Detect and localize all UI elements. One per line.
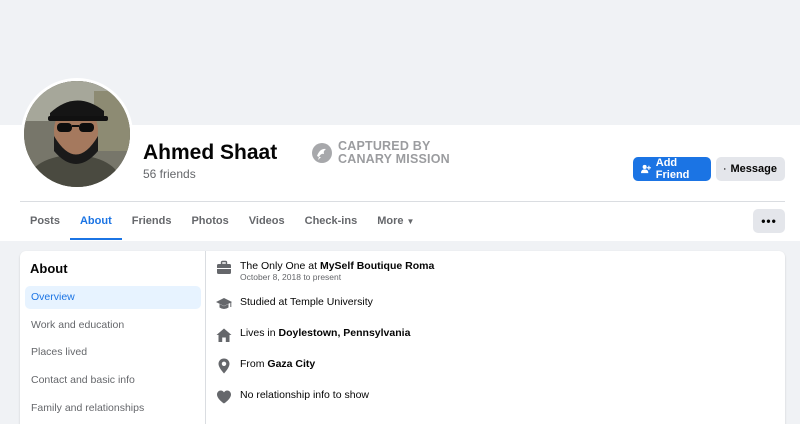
heart-icon: [217, 390, 231, 404]
tab-about[interactable]: About: [69, 202, 122, 240]
lives-text: Lives in Doylestown, Pennsylvania: [240, 327, 410, 339]
tab-videos[interactable]: Videos: [239, 202, 295, 240]
messenger-icon: [724, 168, 726, 170]
tab-friends[interactable]: Friends: [122, 202, 182, 240]
about-sidebar: About Overview Work and education Places…: [20, 251, 206, 424]
more-options-button[interactable]: •••: [753, 209, 785, 233]
location-pin-icon: [218, 358, 230, 374]
about-nav-places-lived[interactable]: Places lived: [25, 341, 201, 364]
avatar-photo: [24, 81, 130, 187]
about-nav-work-education[interactable]: Work and education: [25, 314, 201, 337]
message-button[interactable]: Message: [716, 157, 785, 181]
briefcase-icon: [217, 260, 231, 274]
canary-mission-watermark: CAPTURED BY CANARY MISSION: [311, 140, 450, 166]
overview-from-item: From Gaza City: [216, 358, 315, 374]
work-dates: October 8, 2018 to present: [240, 272, 342, 282]
add-friend-label: Add Friend: [655, 157, 690, 181]
education-text: Studied at Temple University: [240, 296, 373, 308]
add-friend-icon: [641, 164, 651, 174]
profile-tabs: Posts About Friends Photos Videos Check-…: [20, 202, 424, 240]
work-place-link[interactable]: MySelf Boutique Roma: [320, 260, 434, 272]
tab-posts[interactable]: Posts: [20, 202, 70, 240]
message-label: Message: [730, 163, 777, 175]
graduation-cap-icon: [216, 298, 232, 309]
caret-down-icon: ▼: [406, 217, 415, 226]
lives-place-link[interactable]: Doylestown, Pennsylvania: [279, 327, 411, 339]
home-icon: [216, 328, 232, 342]
from-text: From Gaza City: [240, 358, 315, 370]
lives-prefix: Lives in: [240, 327, 279, 339]
watermark-line-2: CANARY MISSION: [338, 152, 450, 166]
work-text: The Only One at MySelf Boutique Roma: [240, 260, 434, 272]
tab-more-label: More: [377, 215, 404, 227]
overview-work-item: The Only One at MySelf Boutique Roma Oct…: [216, 260, 434, 282]
overview-relationship-item: No relationship info to show: [216, 389, 369, 405]
about-nav-overview[interactable]: Overview: [25, 286, 201, 309]
work-prefix: The Only One at: [240, 260, 320, 272]
about-nav-contact-info[interactable]: Contact and basic info: [25, 369, 201, 392]
about-card: About Overview Work and education Places…: [20, 251, 785, 424]
profile-name: Ahmed Shaat: [143, 141, 278, 164]
tab-check-ins[interactable]: Check-ins: [295, 202, 368, 240]
relationship-text: No relationship info to show: [240, 389, 369, 401]
from-prefix: From: [240, 358, 268, 370]
friends-count[interactable]: 56 friends: [143, 167, 196, 181]
add-friend-button[interactable]: Add Friend: [633, 157, 711, 181]
about-nav-family-relationships[interactable]: Family and relationships: [25, 397, 201, 420]
tab-more[interactable]: More ▼: [367, 202, 424, 240]
from-place-link[interactable]: Gaza City: [267, 358, 315, 370]
tab-photos[interactable]: Photos: [181, 202, 238, 240]
canary-logo-icon: [312, 143, 332, 163]
about-title: About: [30, 261, 68, 276]
overview-lives-item: Lives in Doylestown, Pennsylvania: [216, 327, 410, 343]
overview-education-item: Studied at Temple University: [216, 296, 373, 312]
profile-avatar[interactable]: [21, 78, 133, 190]
